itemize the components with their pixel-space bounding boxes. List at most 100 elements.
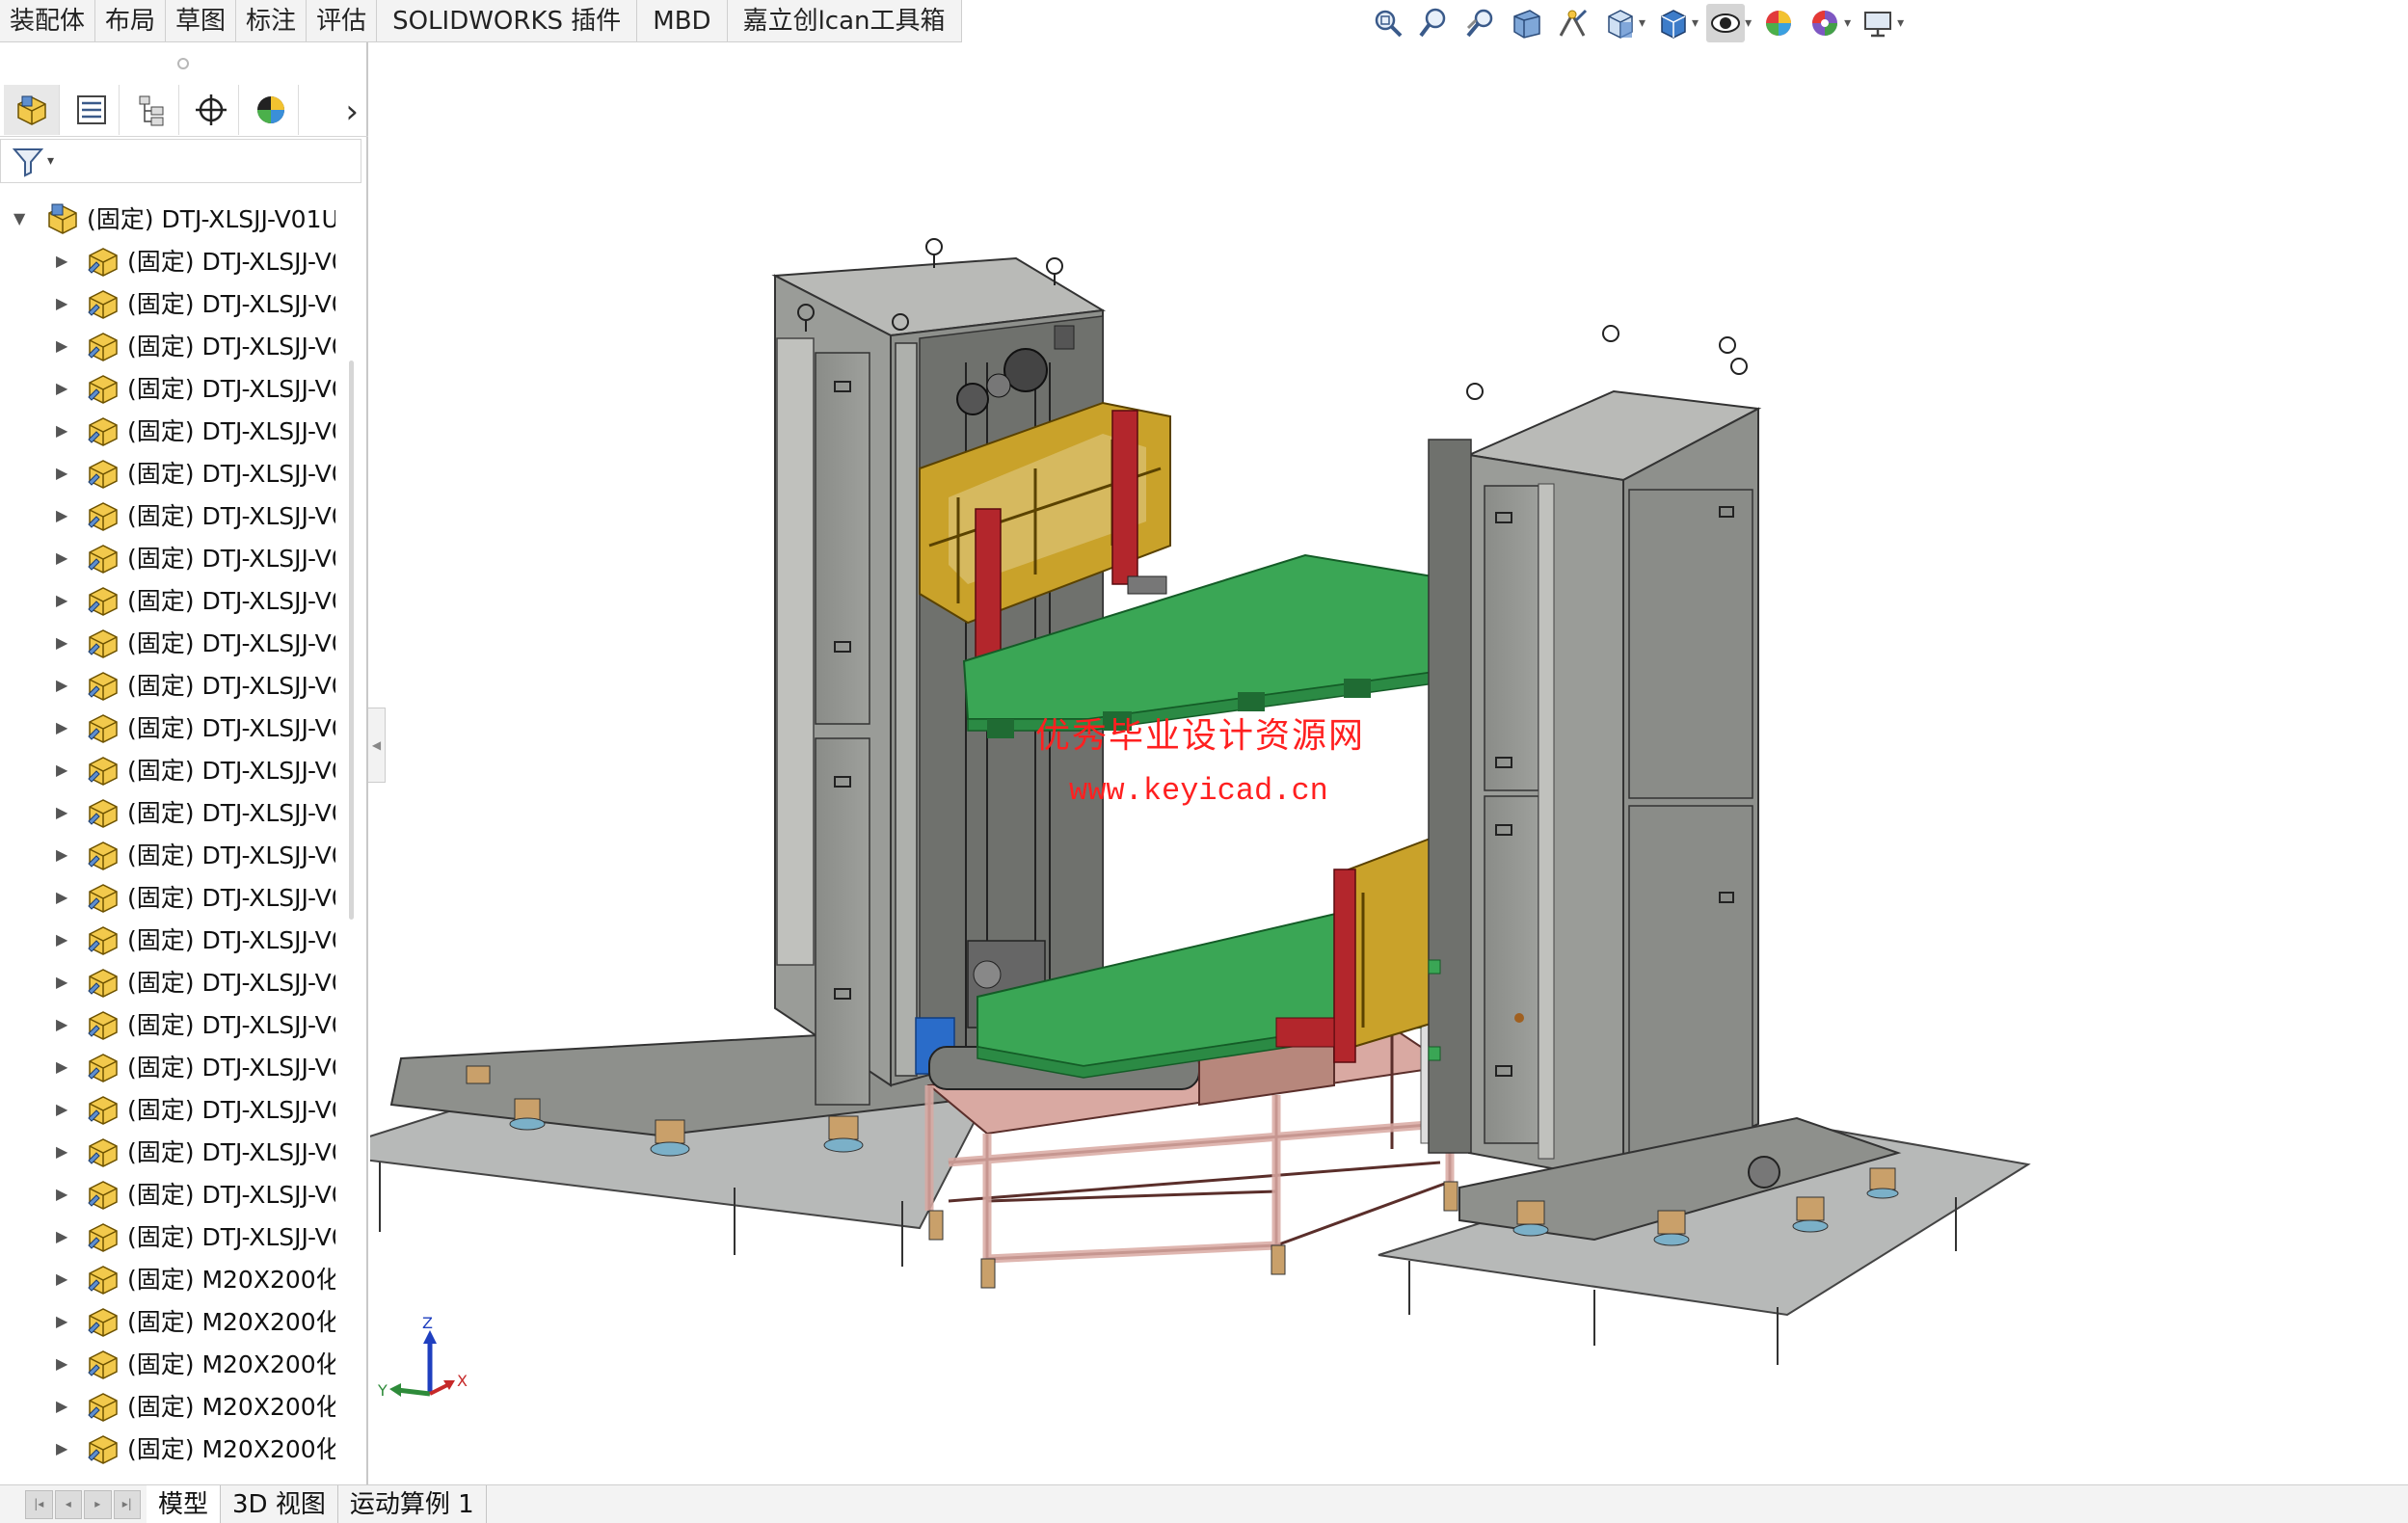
tree-item[interactable]: ▶ (固定) DTJ-XLSJJ-V0 bbox=[0, 1002, 335, 1045]
chevron-right-icon[interactable]: ▶ bbox=[56, 1439, 67, 1457]
graphics-area[interactable]: 优秀毕业设计资源网 www.keyicad.cn Z Y X bbox=[370, 44, 2408, 1484]
chevron-right-icon[interactable]: ▶ bbox=[56, 718, 67, 736]
chevron-down-icon[interactable]: ▼ bbox=[13, 209, 25, 227]
chevron-right-icon[interactable]: ▶ bbox=[56, 252, 67, 270]
document-tab[interactable]: 3D 视图 bbox=[221, 1484, 338, 1523]
chevron-right-icon[interactable]: ▶ bbox=[56, 1227, 67, 1245]
chevron-right-icon[interactable]: ▶ bbox=[56, 548, 67, 567]
tree-item[interactable]: ▶ (固定) DTJ-XLSJJ-V0 bbox=[0, 281, 335, 324]
featuremanager-tab[interactable] bbox=[4, 84, 60, 135]
filter-icon[interactable] bbox=[11, 144, 45, 178]
last-tab-icon[interactable]: ▸| bbox=[113, 1489, 141, 1519]
tree-item[interactable]: ▶ (固定) DTJ-XLSJJ-V0 bbox=[0, 366, 335, 409]
prev-tab-icon[interactable]: ◂ bbox=[54, 1489, 82, 1519]
tree-item[interactable]: ▶ (固定) DTJ-XLSJJ-V0 bbox=[0, 663, 335, 706]
dynamic-annotation-icon[interactable] bbox=[1554, 4, 1592, 42]
chevron-down-icon[interactable]: ▾ bbox=[47, 153, 54, 169]
edit-appearance-icon[interactable] bbox=[1759, 4, 1798, 42]
chevron-right-icon[interactable]: ▶ bbox=[56, 1397, 67, 1415]
panel-grip-icon[interactable] bbox=[177, 58, 189, 69]
display-manager-tab[interactable] bbox=[243, 84, 299, 135]
first-tab-icon[interactable]: |◂ bbox=[25, 1489, 53, 1519]
chevron-right-icon[interactable]: ▶ bbox=[56, 803, 67, 821]
command-tab[interactable]: SOLIDWORKS 插件 bbox=[377, 0, 638, 41]
tree-item[interactable]: ▶ (固定) DTJ-XLSJJ-V0 bbox=[0, 1045, 335, 1087]
chevron-right-icon[interactable]: › bbox=[345, 93, 359, 131]
chevron-down-icon[interactable]: ▾ bbox=[1745, 15, 1752, 31]
chevron-right-icon[interactable]: ▶ bbox=[56, 676, 67, 694]
chevron-right-icon[interactable]: ▶ bbox=[56, 973, 67, 991]
dimxpert-tab[interactable] bbox=[183, 84, 239, 135]
chevron-down-icon[interactable]: ▾ bbox=[1692, 15, 1699, 31]
document-tab[interactable]: 模型 bbox=[147, 1484, 222, 1523]
command-tab[interactable]: 草图 bbox=[166, 0, 237, 41]
tree-item[interactable]: ▶ (固定) DTJ-XLSJJ-V0 bbox=[0, 621, 335, 663]
tree-item[interactable]: ▶ (固定) DTJ-XLSJJ-V0 bbox=[0, 1172, 335, 1215]
tree-item[interactable]: ▶ (固定) DTJ-XLSJJ-V0 bbox=[0, 1087, 335, 1130]
chevron-right-icon[interactable]: ▶ bbox=[56, 1015, 67, 1033]
tree-item[interactable]: ▶ (固定) DTJ-XLSJJ-V0 bbox=[0, 918, 335, 960]
chevron-right-icon[interactable]: ▶ bbox=[56, 888, 67, 906]
tree-item[interactable]: ▶ (固定) M20X200化学 bbox=[0, 1342, 335, 1384]
apply-scene-icon[interactable] bbox=[1806, 4, 1844, 42]
tree-item[interactable]: ▶ (固定) M20X200化学 bbox=[0, 1427, 335, 1469]
tree-filter[interactable]: ▾ bbox=[0, 139, 361, 183]
tree-item[interactable]: ▶ (固定) DTJ-XLSJJ-V0 bbox=[0, 960, 335, 1002]
chevron-right-icon[interactable]: ▶ bbox=[56, 1057, 67, 1076]
tree-item[interactable]: ▶ (固定) DTJ-XLSJJ-V0 bbox=[0, 494, 335, 536]
chevron-right-icon[interactable]: ▶ bbox=[56, 379, 67, 397]
tree-item[interactable]: ▶ (固定) DTJ-XLSJJ-V0 bbox=[0, 833, 335, 875]
chevron-right-icon[interactable]: ▶ bbox=[56, 336, 67, 355]
tree-item[interactable]: ▶ (固定) DTJ-XLSJJ-V0 bbox=[0, 451, 335, 494]
section-view-icon[interactable] bbox=[1508, 4, 1546, 42]
view-orientation-icon[interactable] bbox=[1600, 4, 1639, 42]
tree-item[interactable]: ▶ (固定) DTJ-XLSJJ-V0 bbox=[0, 1130, 335, 1172]
chevron-right-icon[interactable]: ▶ bbox=[56, 1100, 67, 1118]
tree-item[interactable]: ▶ (固定) DTJ-XLSJJ-V0 bbox=[0, 409, 335, 451]
chevron-down-icon[interactable]: ▾ bbox=[1844, 15, 1851, 31]
propertymanager-tab[interactable] bbox=[64, 84, 120, 135]
chevron-right-icon[interactable]: ▶ bbox=[56, 1142, 67, 1161]
tree-item[interactable]: ▶ (固定) DTJ-XLSJJ-V0 bbox=[0, 706, 335, 748]
zoom-to-area-icon[interactable] bbox=[1415, 4, 1454, 42]
chevron-right-icon[interactable]: ▶ bbox=[56, 930, 67, 949]
command-tab[interactable]: 标注 bbox=[236, 0, 308, 41]
tree-scrollbar[interactable] bbox=[349, 361, 354, 920]
chevron-right-icon[interactable]: ▶ bbox=[56, 591, 67, 609]
command-tab[interactable]: 评估 bbox=[307, 0, 378, 41]
chevron-right-icon[interactable]: ▶ bbox=[56, 845, 67, 864]
chevron-right-icon[interactable]: ▶ bbox=[56, 761, 67, 779]
tree-item[interactable]: ▶ (固定) DTJ-XLSJJ-V0 bbox=[0, 536, 335, 578]
chevron-down-icon[interactable]: ▾ bbox=[1639, 15, 1645, 31]
tree-item[interactable]: ▶ (固定) DTJ-XLSJJ-V0 bbox=[0, 748, 335, 790]
chevron-right-icon[interactable]: ▶ bbox=[56, 1312, 67, 1330]
chevron-down-icon[interactable]: ▾ bbox=[1897, 15, 1904, 31]
chevron-right-icon[interactable]: ▶ bbox=[56, 1269, 67, 1288]
next-tab-icon[interactable]: ▸ bbox=[84, 1489, 112, 1519]
display-style-icon[interactable] bbox=[1653, 4, 1692, 42]
chevron-right-icon[interactable]: ▶ bbox=[56, 294, 67, 312]
view-settings-icon[interactable] bbox=[1859, 4, 1897, 42]
chevron-right-icon[interactable]: ▶ bbox=[56, 1185, 67, 1203]
command-tab[interactable]: 嘉立创lcan工具箱 bbox=[727, 0, 962, 41]
command-tab[interactable]: 装配体 bbox=[0, 0, 96, 41]
chevron-right-icon[interactable]: ▶ bbox=[56, 506, 67, 524]
configurationmanager-tab[interactable] bbox=[123, 84, 179, 135]
tree-item[interactable]: ▶ (固定) DTJ-XLSJJ-V0 bbox=[0, 1215, 335, 1257]
chevron-right-icon[interactable]: ▶ bbox=[56, 1354, 67, 1373]
tree-root-assembly[interactable]: ▼ (固定) DTJ-XLSJJ-V01U bbox=[0, 197, 335, 239]
tree-item[interactable]: ▶ (固定) DTJ-XLSJJ-V0 bbox=[0, 790, 335, 833]
command-tab[interactable]: 布局 bbox=[95, 0, 167, 41]
tree-item[interactable]: ▶ (固定) DTJ-XLSJJ-V0 bbox=[0, 875, 335, 918]
hide-show-items-icon[interactable] bbox=[1706, 4, 1746, 42]
tree-item[interactable]: ▶ (固定) M20X200化学 bbox=[0, 1299, 335, 1342]
chevron-right-icon[interactable]: ▶ bbox=[56, 421, 67, 440]
tree-item[interactable]: ▶ (固定) DTJ-XLSJJ-V0 bbox=[0, 239, 335, 281]
chevron-right-icon[interactable]: ▶ bbox=[56, 633, 67, 652]
previous-view-icon[interactable] bbox=[1461, 4, 1500, 42]
tree-item[interactable]: ▶ (固定) M20X200化学 bbox=[0, 1384, 335, 1427]
document-tab[interactable]: 运动算例 1 bbox=[338, 1484, 487, 1523]
tree-item[interactable]: ▶ (固定) DTJ-XLSJJ-V0 bbox=[0, 324, 335, 366]
command-tab[interactable]: MBD bbox=[637, 0, 728, 41]
chevron-right-icon[interactable]: ▶ bbox=[56, 464, 67, 482]
